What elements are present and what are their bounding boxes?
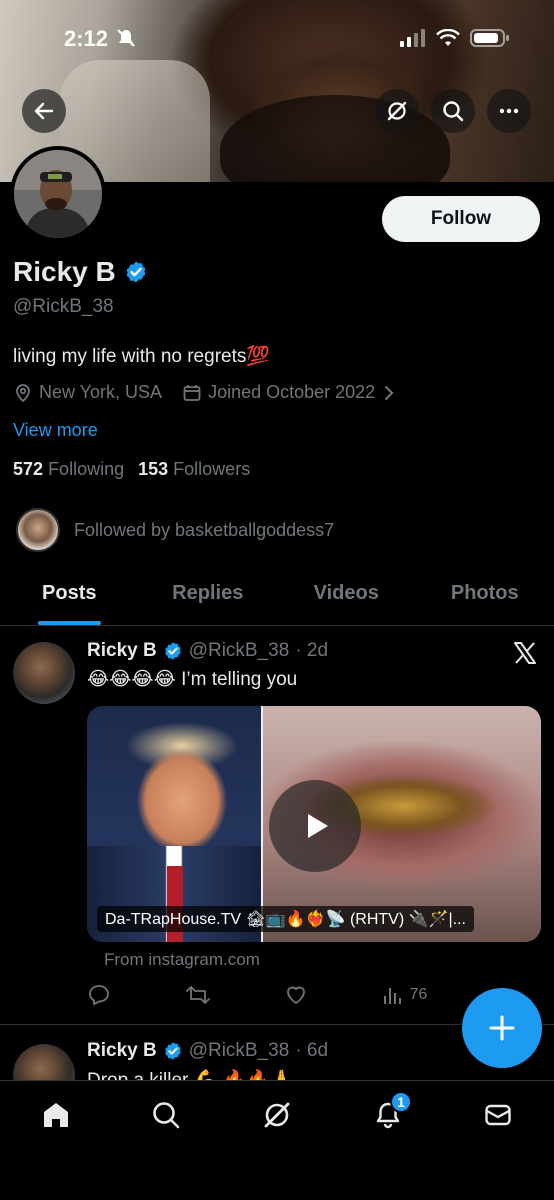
home-icon (44, 1103, 68, 1127)
follow-button[interactable]: Follow (382, 196, 540, 242)
tab-photos[interactable]: Photos (416, 570, 554, 625)
post-author-handle[interactable]: @RickB_38 (189, 640, 290, 662)
followers-label: Followers (173, 459, 251, 479)
location-pin-icon (16, 383, 30, 402)
post-author-handle[interactable]: @RickB_38 (189, 1040, 290, 1062)
following-label: Following (48, 459, 125, 479)
verified-badge-icon[interactable] (124, 260, 148, 284)
repost-button[interactable] (185, 983, 211, 1007)
back-button[interactable] (22, 89, 66, 133)
arrow-left-icon (34, 102, 54, 120)
battery-icon (470, 29, 509, 47)
followed-by-text: Followed by basketballgoddess7 (74, 519, 335, 540)
profile-name-row: Ricky B (13, 256, 148, 288)
reply-icon (89, 985, 109, 1006)
profile-bio: living my life with no regrets💯 (13, 346, 271, 367)
notifications-badge: 1 (390, 1091, 412, 1113)
post-header: Ricky B @RickB_38 · 2d (87, 640, 328, 662)
signal-icon (400, 29, 425, 47)
analytics-icon (383, 988, 401, 1004)
profile-handle: @RickB_38 (13, 296, 114, 317)
chevron-right-icon[interactable] (381, 385, 397, 401)
tab-videos[interactable]: Videos (277, 570, 416, 625)
tab-replies[interactable]: Replies (139, 570, 278, 625)
post-avatar[interactable] (13, 642, 75, 704)
wifi-icon (436, 29, 460, 46)
profile-meta: New York, USA Joined October 2022 (13, 382, 397, 403)
more-horizontal-icon (499, 108, 519, 114)
post-author-name[interactable]: Ricky B (87, 640, 157, 662)
post-avatar[interactable] (13, 1044, 75, 1080)
status-time: 2:12 (64, 26, 109, 51)
compose-button[interactable] (462, 988, 542, 1068)
bottom-nav: 1 (0, 1080, 554, 1200)
post-time: · 2d (295, 640, 329, 661)
video-caption: Da-TRapHouse.TV 🏚📺🔥❤️‍🔥📡 (RHTV) 🔌🪄|... (97, 906, 474, 932)
profile-tabs: Posts Replies Videos Photos (0, 570, 554, 626)
following-link[interactable]: 572 Following (13, 459, 124, 480)
post-author-name[interactable]: Ricky B (87, 1040, 157, 1062)
x-logo-icon[interactable] (512, 640, 538, 666)
verified-badge-icon (164, 642, 181, 660)
post-video[interactable]: Da-TRapHouse.TV 🏚📺🔥❤️‍🔥📡 (RHTV) 🔌🪄|... (87, 706, 541, 942)
heart-icon (287, 986, 305, 1005)
post-text: 😂😂😂😂 I’m telling you (87, 669, 298, 690)
followed-by-avatar (16, 508, 60, 552)
follow-counts: 572 Following 153 Followers (13, 459, 250, 480)
profile-joined[interactable]: Joined October 2022 (208, 382, 375, 403)
calendar-icon (183, 384, 201, 401)
avatar-image (14, 150, 102, 238)
profile-location: New York, USA (39, 382, 163, 402)
views-button[interactable]: 76 (382, 984, 428, 1006)
followers-count: 153 (138, 459, 169, 479)
followers-link[interactable]: 153 Followers (138, 459, 250, 480)
verified-badge-icon (164, 1042, 181, 1060)
search-icon (153, 1102, 180, 1129)
plus-icon (489, 1015, 515, 1041)
profile-avatar[interactable] (10, 146, 106, 242)
nav-messages[interactable] (470, 1095, 526, 1135)
status-icons (400, 28, 510, 48)
silent-bell-icon (117, 29, 135, 47)
post-source[interactable]: From instagram.com (104, 950, 260, 970)
more-button[interactable] (487, 89, 531, 133)
grok-icon (264, 1102, 290, 1128)
play-icon (308, 814, 328, 838)
tab-posts[interactable]: Posts (0, 570, 139, 625)
search-icon (443, 101, 464, 122)
like-button[interactable] (284, 983, 308, 1007)
profile-name: Ricky B (13, 256, 116, 287)
post-time: · 6d (295, 1040, 329, 1061)
reply-button[interactable] (87, 983, 111, 1007)
view-more-link[interactable]: View more (13, 420, 98, 441)
nav-grok[interactable] (249, 1095, 305, 1135)
nav-search[interactable] (138, 1095, 194, 1135)
repost-icon (185, 986, 210, 1004)
followed-by-row[interactable]: Followed by basketballgoddess7 (16, 508, 334, 552)
grok-button[interactable] (375, 89, 419, 133)
post-text: Drop a killer 💪 🔥🔥🙏 (87, 1068, 294, 1080)
mail-icon (485, 1104, 511, 1126)
nav-home[interactable] (28, 1095, 84, 1135)
search-button[interactable] (431, 89, 475, 133)
views-count: 76 (409, 986, 428, 1003)
play-button[interactable] (269, 780, 361, 872)
following-count: 572 (13, 459, 44, 479)
post-header: Ricky B @RickB_38 · 6d (87, 1040, 328, 1062)
status-bar: 2:12 (0, 20, 554, 60)
nav-notifications[interactable]: 1 (360, 1091, 416, 1135)
grok-icon (387, 101, 407, 121)
